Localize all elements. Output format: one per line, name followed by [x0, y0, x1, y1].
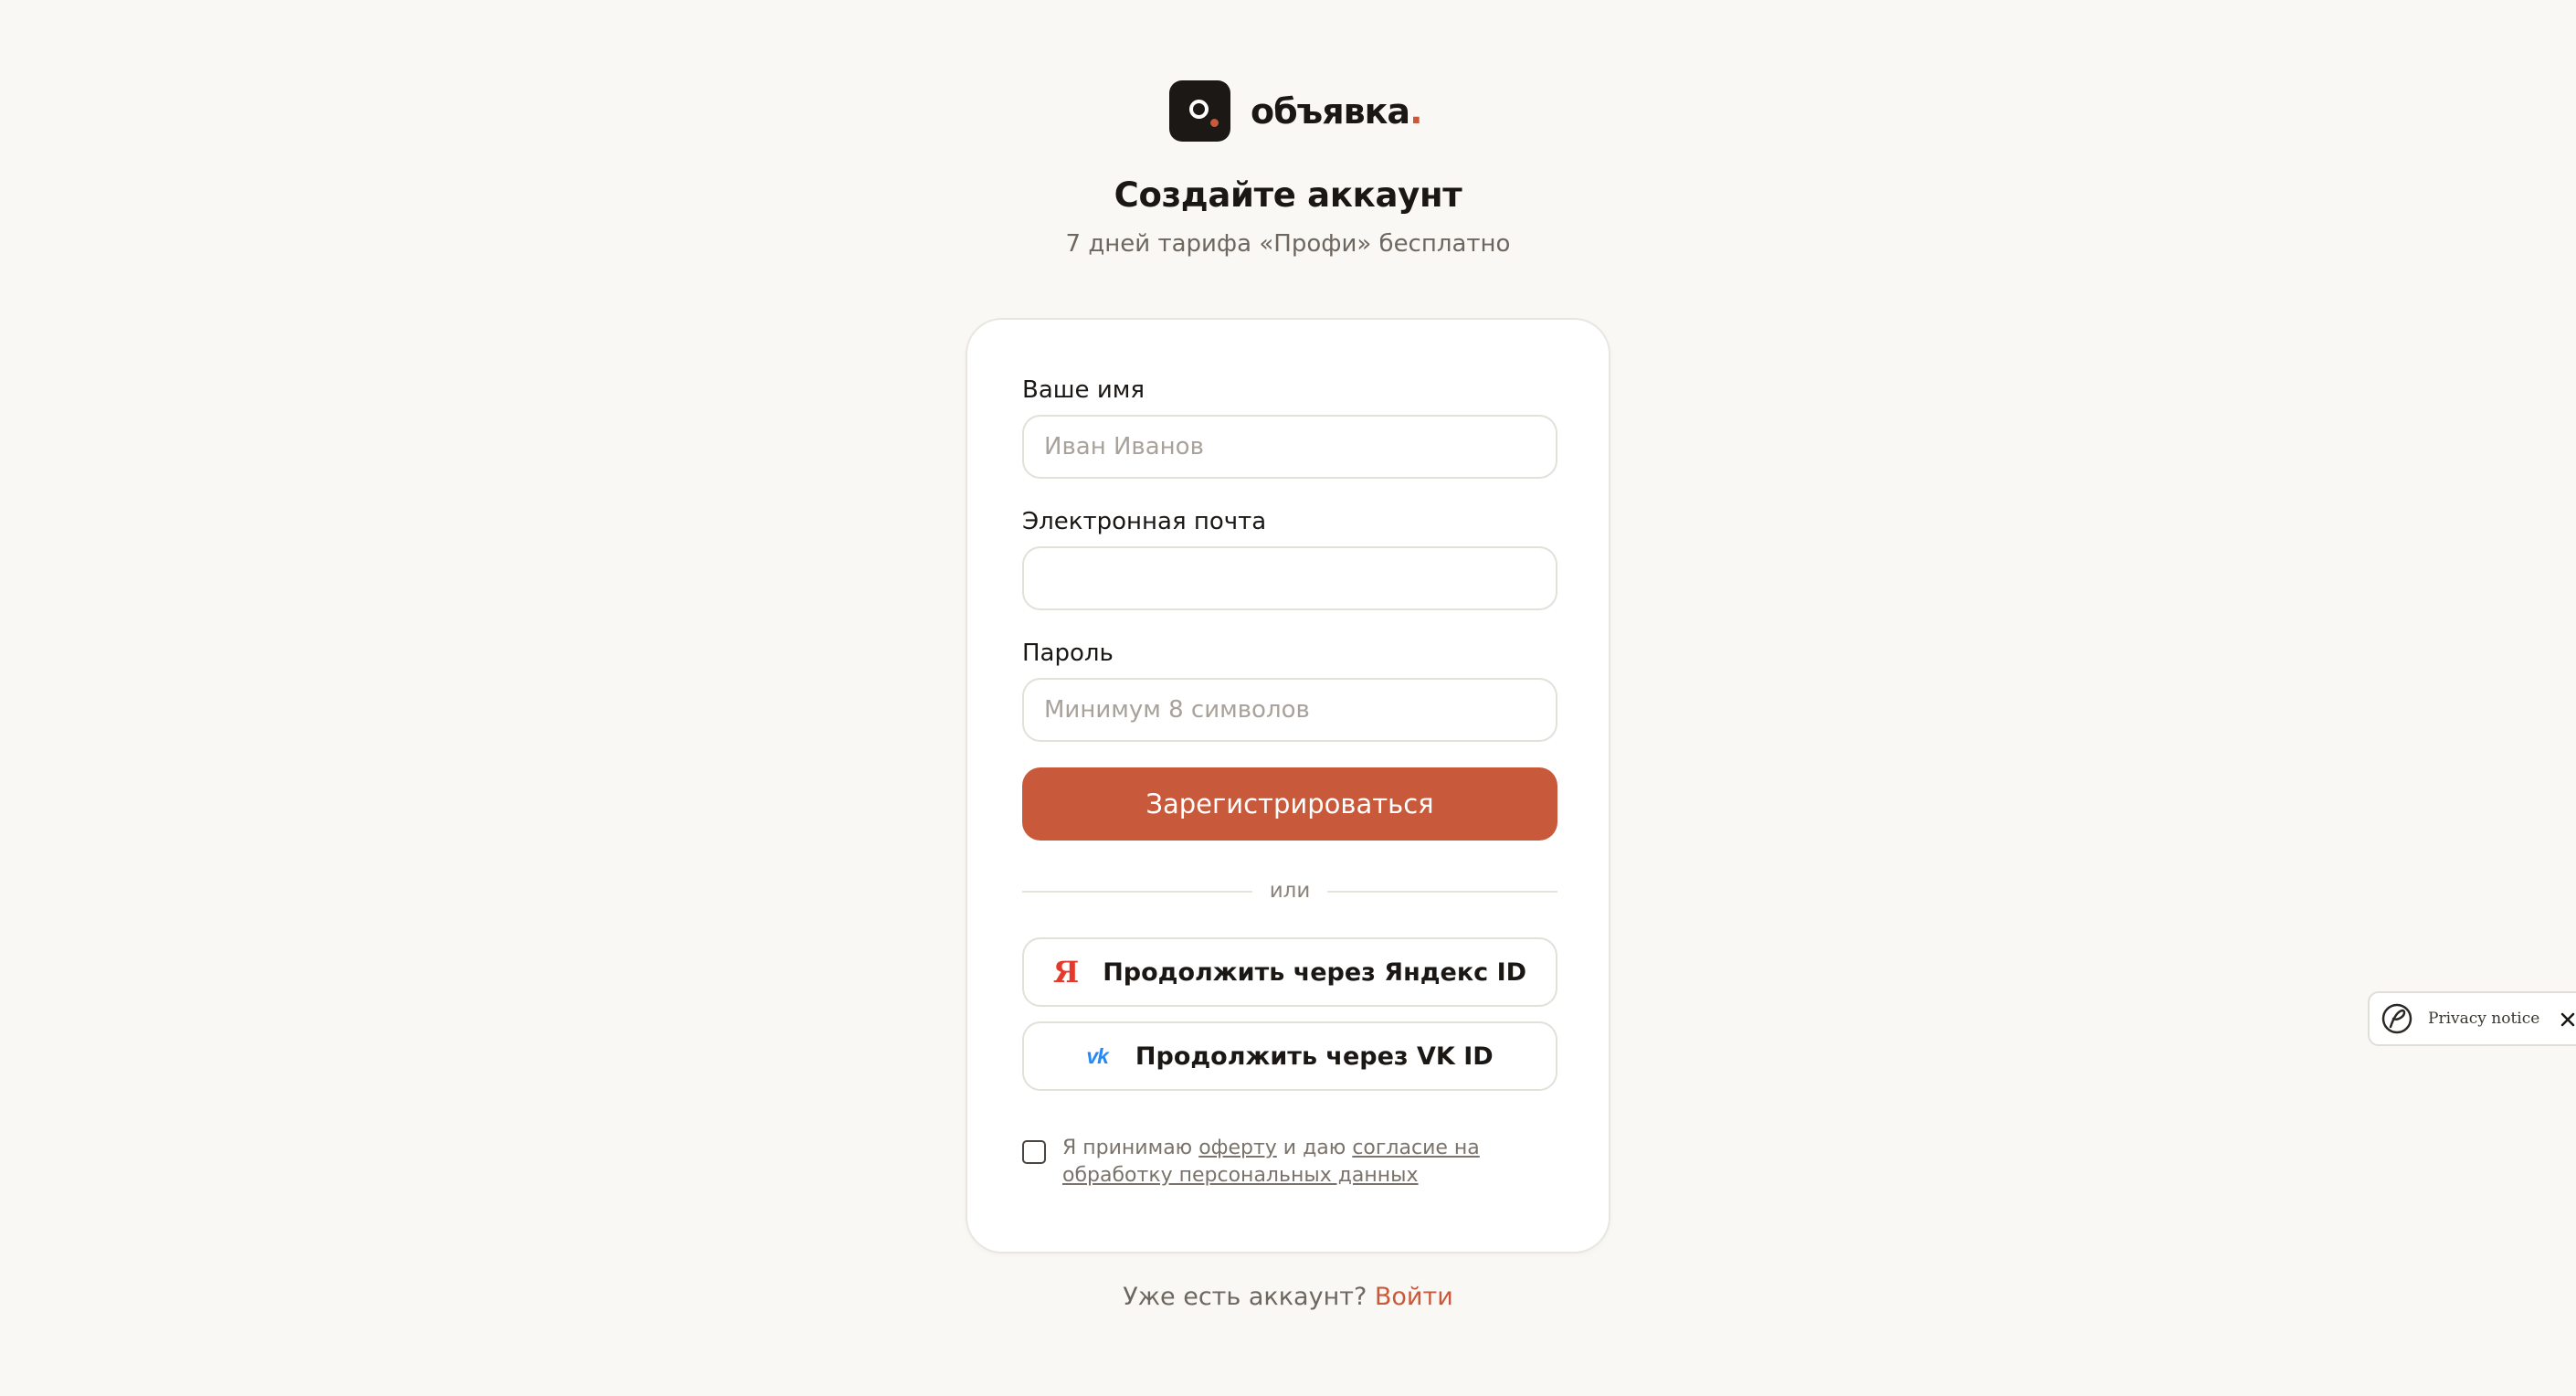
logo-mark-icon — [1169, 80, 1230, 142]
offer-link[interactable]: оферту — [1198, 1137, 1277, 1159]
yandex-id-button[interactable]: Я Продолжить через Яндекс ID — [1022, 937, 1557, 1007]
login-link[interactable]: Войти — [1375, 1283, 1453, 1311]
login-question: Уже есть аккаунт? — [1123, 1283, 1367, 1311]
name-label: Ваше имя — [1022, 376, 1145, 404]
divider-line-right — [1327, 891, 1557, 893]
vk-button-label: Продолжить через VK ID — [1135, 1042, 1494, 1071]
yandex-icon: Я — [1052, 955, 1080, 989]
page-subtitle: 7 дней тарифа «Профи» бесплатно — [1065, 230, 1511, 258]
or-divider: или — [1022, 877, 1557, 904]
name-input[interactable] — [1022, 415, 1557, 479]
vk-id-button[interactable]: vk Продолжить через VK ID — [1022, 1021, 1557, 1091]
signup-page: объявка. Создайте аккаунт 7 дней тарифа … — [0, 0, 2576, 1396]
login-prompt: Уже есть аккаунт? Войти — [0, 1283, 2576, 1311]
close-icon[interactable] — [2556, 1008, 2576, 1031]
password-label: Пароль — [1022, 640, 1114, 667]
page-title: Создайте аккаунт — [1114, 175, 1462, 215]
consent-text: Я принимаю оферту и даю согласие на обра… — [1062, 1135, 1565, 1190]
signup-card: Ваше имя Электронная почта Пароль Зареги… — [966, 318, 1610, 1253]
privacy-notice-label: Privacy notice — [2428, 1010, 2540, 1028]
consent-prefix: Я принимаю — [1062, 1137, 1199, 1159]
consent-checkbox[interactable] — [1022, 1140, 1046, 1164]
password-input[interactable] — [1022, 678, 1557, 742]
yandex-button-label: Продолжить через Яндекс ID — [1103, 957, 1527, 987]
privacy-notice-widget[interactable]: Privacy notice — [2368, 991, 2576, 1046]
brand-logo: объявка. — [1169, 80, 1423, 142]
email-label: Электронная почта — [1022, 508, 1267, 535]
vk-icon: vk — [1086, 1043, 1109, 1068]
consent-middle: и даю — [1276, 1137, 1353, 1159]
brand-name: объявка — [1251, 90, 1410, 132]
brand-wordmark: объявка. — [1251, 90, 1423, 132]
privacy-shield-icon — [2381, 1003, 2412, 1034]
email-input[interactable] — [1022, 546, 1557, 610]
brand-accent-dot: . — [1409, 90, 1422, 132]
register-button[interactable]: Зарегистрироваться — [1022, 767, 1557, 841]
